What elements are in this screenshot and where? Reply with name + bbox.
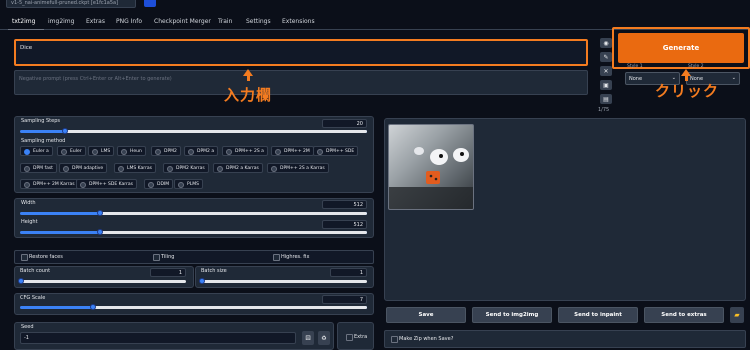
style1-label: Style 1 [627, 64, 643, 69]
tab-settings[interactable]: Settings [246, 18, 271, 25]
slider-handle[interactable] [96, 229, 103, 235]
sampling-steps-input[interactable]: 20 [322, 119, 367, 128]
sampling-method-option[interactable]: DPM2 a [184, 146, 219, 156]
zip-panel: Make Zip when Save? [384, 330, 746, 348]
generate-button[interactable]: Generate [618, 33, 744, 63]
sampling-method-option[interactable]: DPM adaptive [59, 163, 108, 173]
sampling-method-option[interactable]: DPM2 a Karras [213, 163, 263, 173]
height-input[interactable]: 512 [322, 220, 367, 229]
tab-txt2img[interactable]: txt2img [12, 18, 35, 25]
slider-handle[interactable] [89, 304, 96, 310]
style1-value: None [629, 76, 643, 82]
interrogate-icon[interactable]: ◉ [600, 38, 612, 48]
restore-faces-checkbox[interactable]: Restore faces [21, 254, 63, 261]
send-to-extras-button[interactable]: Send to extras [644, 307, 724, 323]
seed-input[interactable]: -1 [20, 332, 296, 344]
sampling-steps-label: Sampling Steps [21, 118, 60, 124]
width-label: Width [21, 200, 36, 206]
cfg-panel [14, 293, 374, 315]
send-to-inpaint-button[interactable]: Send to inpaint [558, 307, 638, 323]
prompt-text: Dice [20, 45, 33, 51]
sampling-method-option[interactable]: DPM2 Karras [163, 163, 209, 173]
sampling-method-option[interactable]: Euler [57, 146, 86, 156]
width-slider[interactable] [20, 212, 367, 215]
annotation-click: クリック [655, 82, 720, 100]
refresh-model-button[interactable] [144, 0, 156, 7]
model-select[interactable]: v1-5_nai-animefull-pruned.ckpt [e1fc1a5a… [6, 0, 136, 8]
sampling-method-option[interactable]: DPM++ SDE Karras [76, 179, 137, 189]
batch-size-label: Batch size [201, 268, 227, 274]
negative-prompt-placeholder: Negative prompt (press Ctrl+Enter or Alt… [19, 76, 172, 82]
token-counter: 1/75 [598, 107, 610, 113]
dice-image [389, 147, 473, 209]
generate-highlight: Generate [612, 27, 750, 69]
make-zip-checkbox[interactable]: Make Zip when Save? [391, 336, 453, 343]
batch-count-slider[interactable] [20, 280, 186, 283]
tab-img2img[interactable]: img2img [48, 18, 74, 25]
sampling-method-option[interactable]: LMS [88, 146, 115, 156]
generated-image-thumbnail[interactable] [388, 124, 474, 210]
sampling-method-option[interactable]: DPM++ SDE [313, 146, 359, 156]
height-label: Height [21, 219, 38, 225]
sampling-method-option[interactable]: DPM++ 2M [271, 146, 314, 156]
width-input[interactable]: 512 [322, 200, 367, 209]
folder-icon[interactable]: ▰ [730, 307, 744, 323]
pencil-icon[interactable]: ✎ [600, 52, 612, 62]
seed-label: Seed [21, 324, 34, 330]
sampling-method-option[interactable]: DPM fast [20, 163, 57, 173]
sampling-method-option[interactable]: Euler a [20, 146, 53, 156]
sampling-method-option[interactable]: DDIM [144, 179, 174, 189]
active-tab-indicator [8, 29, 44, 30]
sampling-method-option[interactable]: DPM++ 2M Karras [20, 179, 79, 189]
batch-size-input[interactable]: 1 [330, 268, 367, 277]
height-slider[interactable] [20, 231, 367, 234]
annotation-input: 入力欄 [224, 86, 273, 104]
cfg-scale-input[interactable]: 7 [322, 295, 367, 304]
prompt-input[interactable]: Dice [14, 39, 588, 66]
trash-icon[interactable]: ✕ [600, 66, 612, 76]
tab-png-info[interactable]: PNG Info [116, 18, 142, 25]
negative-prompt-input[interactable]: Negative prompt (press Ctrl+Enter or Alt… [14, 70, 588, 95]
cfg-scale-slider[interactable] [20, 306, 367, 309]
tab-train[interactable]: Train [218, 18, 232, 25]
sampling-method-option[interactable]: DPM++ 2S a [222, 146, 268, 156]
recycle-icon[interactable]: ♻ [318, 331, 330, 345]
slider-handle[interactable] [18, 278, 24, 284]
tab-extensions[interactable]: Extensions [282, 18, 315, 25]
chevron-down-icon: ⌄ [731, 75, 736, 81]
sampling-method-option[interactable]: LMS Karras [114, 163, 157, 173]
slider-handle[interactable] [96, 210, 103, 216]
tab-checkpoint-merger[interactable]: Checkpoint Merger [154, 18, 211, 25]
tab-extras[interactable]: Extras [86, 18, 105, 25]
sampling-method-option[interactable]: PLMS [174, 179, 203, 189]
sampling-method-option[interactable]: Heun [117, 146, 146, 156]
sampling-method-option[interactable]: DPM++ 2S a Karras [267, 163, 329, 173]
cfg-scale-label: CFG Scale [20, 295, 46, 301]
slider-handle[interactable] [199, 278, 205, 284]
options-row: Restore faces Tiling Highres. fix [14, 250, 374, 264]
batch-size-slider[interactable] [201, 280, 367, 283]
sampling-steps-slider[interactable] [20, 130, 367, 133]
save-button[interactable]: Save [386, 307, 466, 323]
sampling-method-option[interactable]: DPM2 [151, 146, 181, 156]
highres-fix-checkbox[interactable]: Highres. fix [273, 254, 309, 261]
delete-icon[interactable]: ▤ [600, 94, 612, 104]
arrow-stem [246, 75, 250, 81]
tiling-checkbox[interactable]: Tiling [153, 254, 174, 261]
dice-icon[interactable]: ⚄ [302, 331, 314, 345]
paste-icon[interactable]: ▣ [600, 80, 612, 90]
sampling-method-label: Sampling method [21, 138, 66, 144]
batch-count-label: Batch count [20, 268, 51, 274]
extra-checkbox[interactable]: Extra [346, 334, 367, 341]
send-to-img2img-button[interactable]: Send to img2img [472, 307, 552, 323]
batch-count-input[interactable]: 1 [150, 268, 186, 277]
